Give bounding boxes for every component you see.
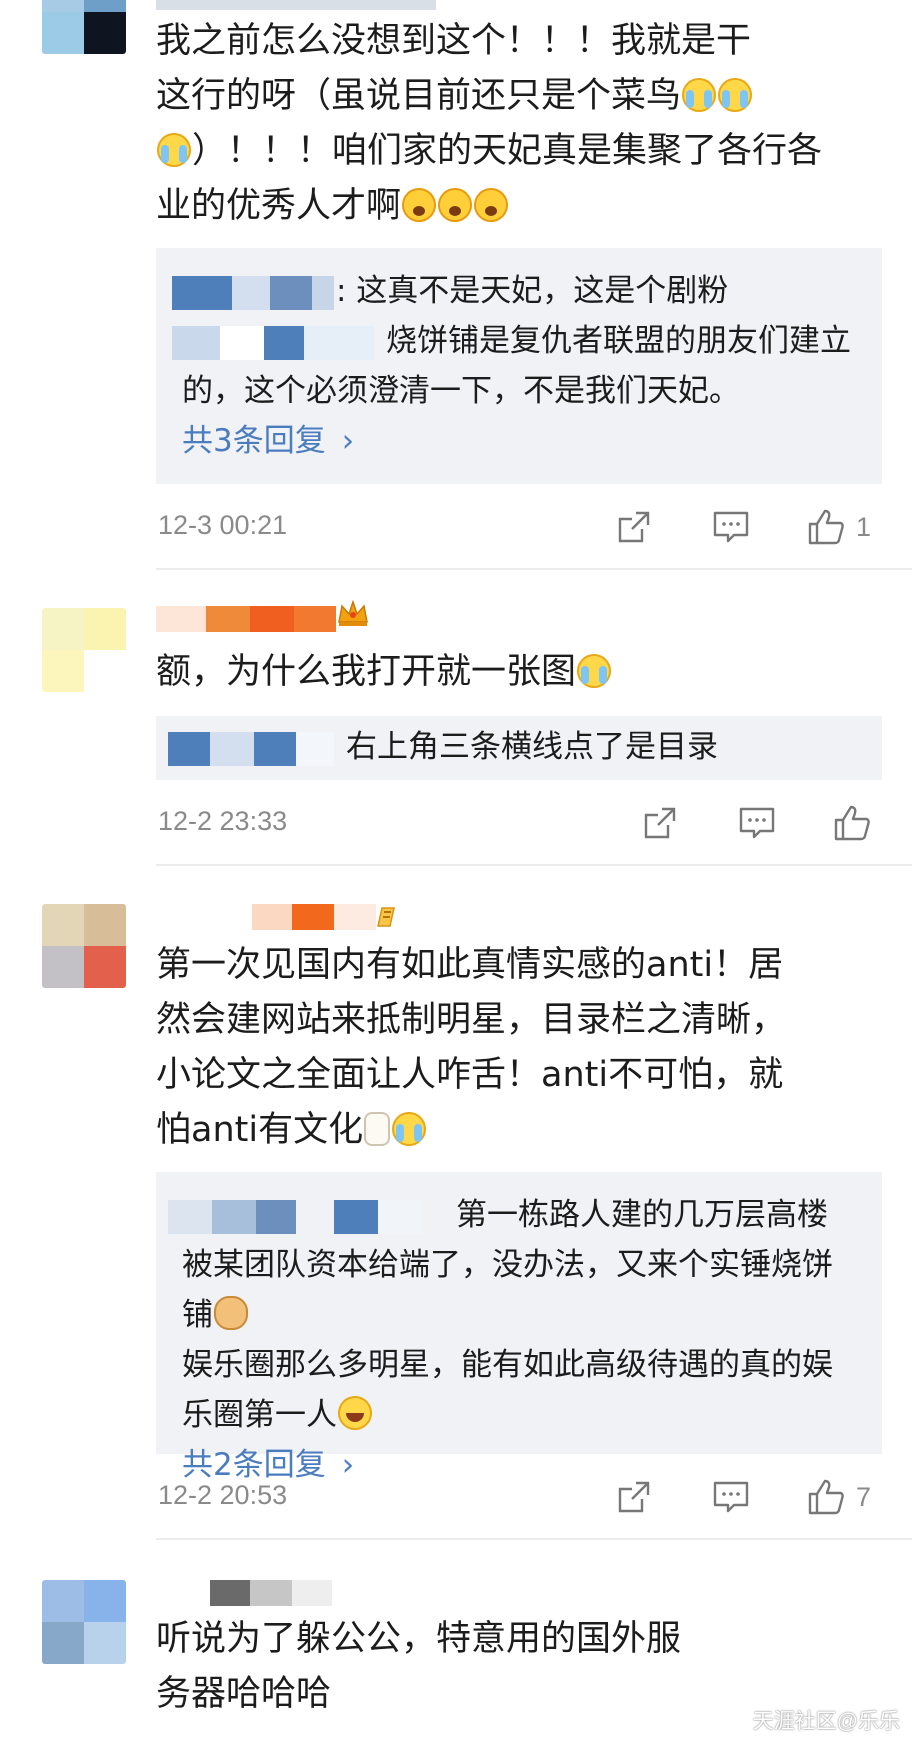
comment-icon (739, 807, 775, 839)
like-count: 1 (856, 511, 872, 542)
divider (156, 1538, 912, 1540)
like-button[interactable]: 1 (806, 502, 871, 552)
timestamp: 12-3 00:21 (158, 510, 288, 540)
vip-badge-icon (377, 907, 395, 927)
timestamp: 12-2 23:33 (158, 806, 288, 836)
share-button[interactable] (616, 502, 652, 552)
share-icon (618, 1481, 650, 1513)
username-blurred[interactable] (156, 904, 396, 930)
watermark: 天涯社区@乐乐 (752, 1710, 900, 1733)
like-icon (808, 1479, 844, 1515)
comment-icon (713, 1481, 749, 1513)
comment-text: 第一次见国内有如此真情实感的anti！居 然会建网站来抵制明星，目录栏之清晰， … (156, 945, 787, 1150)
more-replies-link[interactable]: 共3条回复 › (182, 416, 856, 466)
avatar[interactable] (42, 1580, 126, 1664)
crying-emoji-icon (577, 654, 612, 688)
like-count: 7 (856, 1481, 872, 1512)
comment-meta: 12-2 23:33 (156, 798, 882, 848)
crying-emoji-icon (682, 78, 717, 112)
vip-crown-icon (338, 599, 368, 626)
like-icon (808, 509, 844, 545)
divider (156, 864, 912, 866)
shocked-emoji-icon (474, 188, 509, 222)
reply-item[interactable]: 烧饼铺是复仇者联盟的朋友们建立的，这个必须澄清一下，不是我们天妃。 (172, 316, 856, 416)
reply-box: 第一栋路人建的几万层高楼被某团队资本给端了，没办法，又来个实锤烧饼铺 娱乐圈那么… (156, 1172, 882, 1483)
username-blurred[interactable] (156, 606, 336, 632)
comment-text: 我之前怎么没想到这个！！！我就是干 这行的呀（虽说目前还只是个菜鸟 ）！！！咱们… (156, 21, 823, 226)
username-blurred[interactable] (156, 0, 436, 10)
like-button[interactable] (832, 798, 882, 848)
reply-item[interactable]: 右上角三条横线点了是目录 (168, 722, 856, 772)
reply-box: : 这真不是天妃，这是个剧粉 烧饼铺是复仇者联盟的朋友们建立的，这个必须澄清一下… (156, 248, 882, 484)
share-button[interactable] (642, 798, 678, 848)
username-blurred[interactable] (156, 1580, 356, 1606)
avatar[interactable] (42, 0, 126, 54)
laughing-emoji-icon (338, 1396, 372, 1430)
reply-author-blurred[interactable] (168, 731, 342, 766)
comment-button[interactable] (738, 798, 776, 848)
avatar[interactable] (42, 608, 126, 692)
doge-emoji-icon (214, 1296, 248, 1330)
divider (156, 568, 912, 570)
reply-item[interactable]: 第一栋路人建的几万层高楼被某团队资本给端了，没办法，又来个实锤烧饼铺 (168, 1190, 856, 1340)
like-icon (834, 805, 870, 841)
share-icon (618, 511, 650, 543)
comment-meta: 12-2 20:53 7 (156, 1472, 882, 1522)
reply-author-blurred[interactable] (168, 1199, 452, 1234)
reply-author-blurred[interactable] (172, 275, 334, 310)
crying-emoji-icon (718, 78, 753, 112)
comment-button[interactable] (712, 1472, 750, 1522)
reply-author-blurred[interactable] (172, 325, 382, 360)
comment-button[interactable] (712, 502, 750, 552)
reply-item[interactable]: 娱乐圈那么多明星，能有如此高级待遇的真的娱乐圈第一人 (182, 1340, 856, 1440)
comment-text: 额，为什么我打开就一张图 (156, 645, 886, 700)
shocked-emoji-icon (402, 188, 437, 222)
crying-emoji-icon (157, 133, 191, 167)
like-button[interactable]: 7 (806, 1472, 871, 1522)
share-icon (644, 807, 676, 839)
reply-box: 右上角三条横线点了是目录 (156, 716, 882, 780)
reply-item[interactable]: : 这真不是天妃，这是个剧粉 (172, 266, 856, 316)
shocked-emoji-icon (438, 188, 473, 222)
avatar[interactable] (42, 904, 126, 988)
crying-emoji-icon (392, 1112, 427, 1146)
comment-meta: 12-3 00:21 1 (156, 502, 882, 552)
comment-icon (713, 511, 749, 543)
share-button[interactable] (616, 1472, 652, 1522)
timestamp: 12-2 20:53 (158, 1480, 288, 1510)
hand-emoji-icon (364, 1112, 391, 1146)
chevron-right-icon: › (341, 423, 355, 459)
